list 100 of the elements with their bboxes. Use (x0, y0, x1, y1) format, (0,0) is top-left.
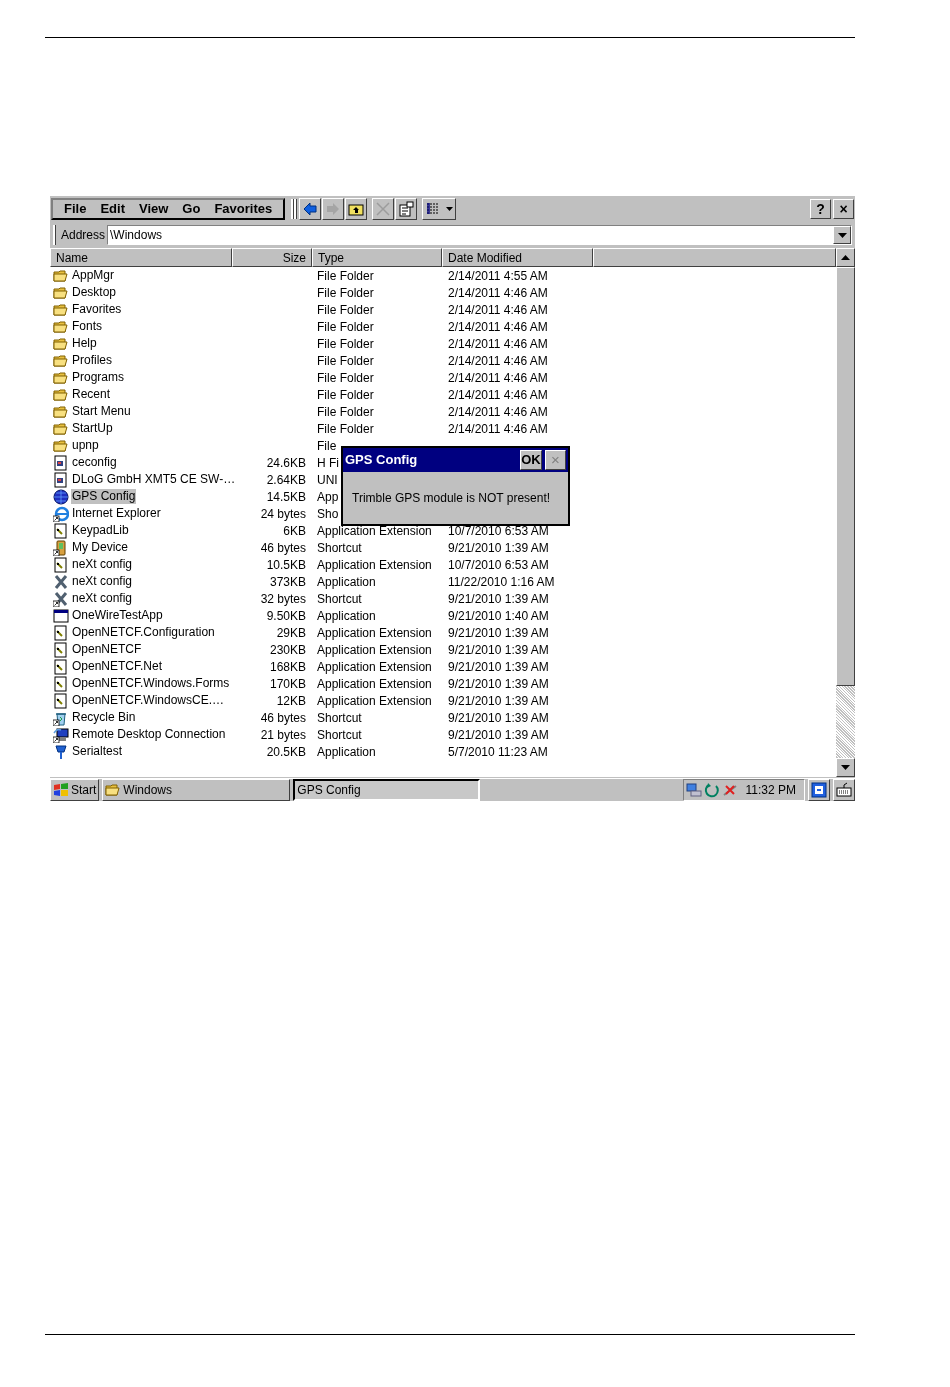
file-size: 29KB (276, 624, 306, 642)
file-name[interactable]: neXt config (71, 574, 134, 589)
menu-item[interactable]: File (57, 201, 94, 217)
close-button[interactable]: × (833, 199, 854, 219)
file-type: File Folder (317, 404, 374, 419)
menu-item[interactable]: Favorites (207, 201, 280, 217)
file-type: Shortcut (317, 540, 362, 555)
file-date: 9/21/2010 1:39 AM (448, 642, 549, 657)
file-name[interactable]: OpenNETCF.Configuration (71, 625, 216, 640)
file-date: 9/21/2010 1:39 AM (448, 591, 549, 606)
column-header[interactable]: Date Modified (442, 248, 593, 267)
toolbar-grip-icon (291, 198, 298, 220)
file-date: 2/14/2011 4:46 AM (448, 285, 548, 300)
menu-item[interactable]: View (131, 201, 176, 217)
file-date: 2/14/2011 4:46 AM (448, 319, 548, 334)
file-name[interactable]: Internet Explorer (71, 506, 162, 521)
desktop-icon (811, 782, 827, 798)
file-type: File Folder (317, 336, 374, 351)
caret-icon (837, 232, 847, 238)
file-type: Application Extension (317, 557, 432, 572)
file-name[interactable]: Programs (71, 370, 125, 385)
file-type: Application (317, 574, 376, 589)
file-type: Application Extension (317, 625, 432, 640)
file-name[interactable]: Recent (71, 387, 112, 402)
file-name[interactable]: Remote Desktop Connection (71, 727, 227, 742)
file-name[interactable]: ceconfig (71, 455, 118, 470)
file-date: 2/14/2011 4:46 AM (448, 404, 548, 419)
forward-arrow-icon (325, 201, 342, 217)
column-header[interactable]: Name (50, 248, 232, 267)
file-name[interactable]: upnp (71, 438, 100, 453)
file-name[interactable]: Profiles (71, 353, 113, 368)
file-name[interactable]: Fonts (71, 319, 103, 334)
file-size: 10.5KB (266, 556, 306, 574)
file-type: Application (317, 608, 376, 623)
file-type: File Folder (317, 302, 374, 317)
scroll-bar[interactable] (836, 248, 855, 777)
file-name[interactable]: OneWireTestApp (71, 608, 164, 623)
file-name[interactable]: AppMgr (71, 268, 116, 283)
up-folder-icon (348, 201, 365, 217)
file-type: Application Extension (317, 523, 432, 538)
file-size: 170KB (269, 675, 306, 693)
file-name[interactable]: neXt config (71, 591, 134, 606)
dropdown-button[interactable] (833, 226, 851, 244)
file-date: 10/7/2010 6:53 AM (448, 557, 549, 572)
file-name[interactable]: OpenNETCF (71, 642, 143, 657)
taskbar-button[interactable]: Windows (102, 779, 291, 801)
menu-item[interactable]: Go (175, 201, 208, 217)
up-button[interactable] (345, 198, 368, 220)
file-name[interactable]: GPS Config (71, 489, 137, 504)
properties-button[interactable] (395, 198, 418, 220)
help-button[interactable]: ? (810, 199, 831, 219)
file-name[interactable]: Help (71, 336, 98, 351)
file-name[interactable]: Recycle Bin (71, 710, 137, 725)
file-name[interactable]: OpenNETCF.WindowsCE.… (71, 693, 226, 708)
file-size: 46 bytes (260, 709, 306, 727)
file-name[interactable]: My Device (71, 540, 129, 555)
file-name[interactable]: neXt config (71, 557, 134, 572)
file-name[interactable]: Favorites (71, 302, 123, 317)
file-size: 373KB (269, 573, 306, 591)
taskbar-button[interactable]: GPS Config (293, 779, 481, 801)
file-date: 11/22/2010 1:16 AM (448, 574, 555, 589)
file-type: Application Extension (317, 642, 432, 657)
file-name[interactable]: DLoG GmbH XMT5 CE SW-… (71, 472, 237, 487)
file-type: File Folder (317, 285, 374, 300)
start-button[interactable]: Start (50, 779, 100, 801)
file-name[interactable]: Desktop (71, 285, 118, 300)
file-name[interactable]: Start Menu (71, 404, 132, 419)
address-label: Address (60, 227, 107, 244)
menu-item[interactable]: Edit (93, 201, 132, 217)
scroll-down-icon (841, 765, 850, 770)
file-date: 9/21/2010 1:39 AM (448, 659, 549, 674)
desktop-button[interactable] (808, 779, 830, 801)
column-header[interactable]: Size (232, 248, 312, 267)
views-button[interactable] (422, 198, 457, 220)
file-type: Application (317, 744, 376, 759)
ok-button[interactable]: OK (520, 450, 542, 470)
file-name[interactable]: OpenNETCF.Net (71, 659, 164, 674)
file-type: UNI (317, 472, 338, 487)
file-type: Application Extension (317, 659, 432, 674)
keyboard-button[interactable] (833, 779, 855, 801)
file-date: 2/14/2011 4:46 AM (448, 421, 548, 436)
file-size: 24 bytes (260, 505, 306, 523)
file-type: App (317, 489, 339, 504)
file-type: Application Extension (317, 693, 432, 708)
clock: 11:32 PM (744, 782, 797, 799)
column-header[interactable]: Type (312, 248, 442, 267)
file-size: 46 bytes (260, 539, 306, 557)
scroll-thumb[interactable] (836, 267, 855, 686)
file-type: Shortcut (317, 727, 362, 742)
toolbar-grip-icon (53, 225, 59, 245)
file-name[interactable]: KeypadLib (71, 523, 130, 538)
file-name[interactable]: OpenNETCF.Windows.Forms (71, 676, 231, 691)
file-type: File Folder (317, 387, 374, 402)
file-name[interactable]: Serialtest (71, 744, 124, 759)
file-name[interactable]: StartUp (71, 421, 114, 436)
address-field[interactable]: \Windows (107, 225, 852, 245)
file-size: 230KB (269, 641, 306, 659)
back-button[interactable] (299, 198, 322, 220)
dialog-message: Trimble GPS module is NOT present! (352, 490, 551, 507)
file-date: 5/7/2010 11:23 AM (448, 744, 548, 759)
